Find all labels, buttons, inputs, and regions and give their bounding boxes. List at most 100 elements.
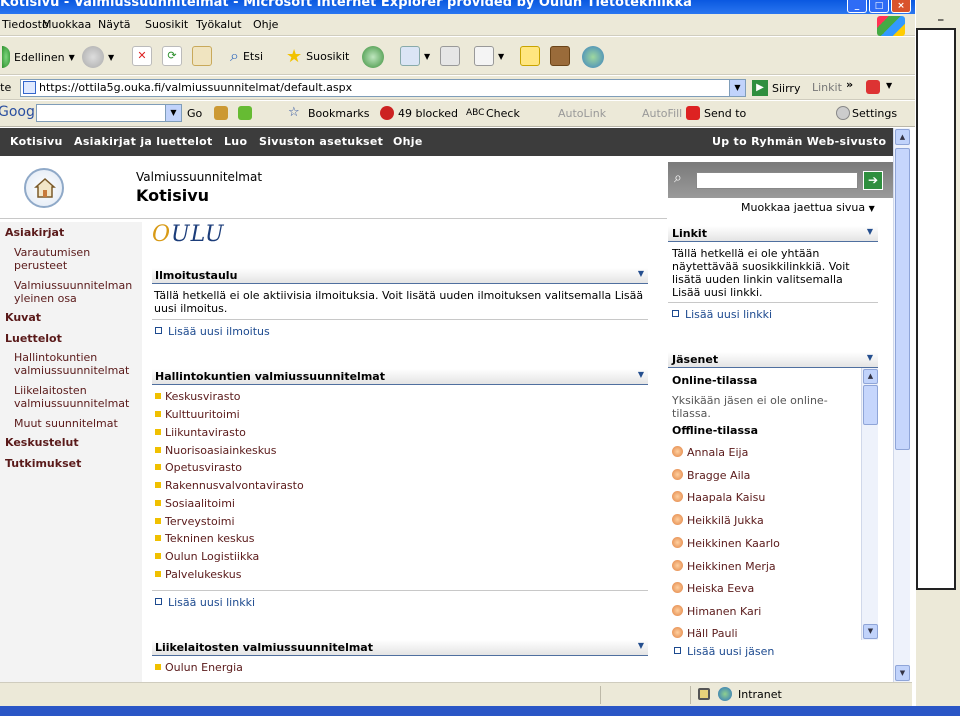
list-item[interactable]: Palvelukeskus (155, 568, 241, 581)
background-window[interactable]: _ (916, 0, 960, 716)
stop-button[interactable]: ✕ (132, 46, 152, 66)
send-to-button[interactable]: Send to (704, 107, 746, 120)
nav-asiakirjat-heading[interactable]: Asiakirjat (5, 226, 64, 239)
nav-kotisivu[interactable]: Kotisivu (10, 135, 63, 148)
chevron-down-icon[interactable]: ▼ (729, 80, 745, 96)
list-item[interactable]: Kulttuuritoimi (155, 408, 240, 421)
print-button[interactable] (440, 46, 460, 66)
favorites-button[interactable]: ★ Suosikit (286, 46, 349, 67)
scroll-up-icon[interactable]: ▲ (863, 369, 878, 384)
list-item[interactable]: Keskusvirasto (155, 390, 241, 403)
list-item[interactable]: Opetusvirasto (155, 461, 242, 474)
refresh-button[interactable]: ⟳ (162, 46, 182, 66)
back-button[interactable]: Edellinen ▼ (2, 46, 75, 68)
list-item[interactable]: Rakennusvalvontavirasto (155, 479, 304, 492)
menu-edit[interactable]: Muokkaa (42, 18, 91, 31)
member-item[interactable]: Heikkilä Jukka (672, 514, 764, 527)
nav-kuvat-heading[interactable]: Kuvat (5, 311, 41, 324)
more-chevron-icon[interactable]: » (846, 78, 853, 91)
notes-button[interactable] (520, 46, 540, 66)
site-search-input[interactable] (696, 172, 858, 189)
nav-hallintokuntien[interactable]: Hallintokuntien valmiussuunnitelmat (14, 351, 138, 377)
minimize-icon[interactable]: _ (847, 0, 867, 13)
highlight-icon[interactable] (238, 106, 252, 120)
scroll-thumb[interactable] (863, 385, 878, 425)
edit-button[interactable]: ▼ (474, 46, 504, 66)
member-item[interactable]: Heikkinen Merja (672, 560, 776, 573)
nav-muut-suunnitelmat[interactable]: Muut suunnitelmat (14, 417, 118, 430)
maximize-icon[interactable]: □ (869, 0, 889, 13)
toolbar-extension-icon[interactable] (866, 80, 880, 94)
webpart-menu-icon[interactable]: ▼ (638, 641, 644, 650)
add-member-link[interactable]: Lisää uusi jäsen (674, 645, 774, 658)
autolink-button[interactable]: AutoLink (558, 107, 606, 120)
chevron-down-icon[interactable]: ▼ (886, 81, 892, 90)
scroll-up-icon[interactable]: ▲ (895, 129, 910, 145)
search-go-button[interactable]: ➔ (863, 171, 883, 190)
add-announcement-link[interactable]: Lisää uusi ilmoitus (155, 325, 270, 338)
nav-luettelot-heading[interactable]: Luettelot (5, 332, 62, 345)
address-input[interactable]: https://ottila5g.ouka.fi/valmiussuunnite… (20, 79, 746, 97)
bookmarks-button[interactable]: Bookmarks (308, 107, 369, 120)
list-item[interactable]: Oulun Energia (155, 661, 243, 674)
nav-asiakirjat[interactable]: Asiakirjat ja luettelot (74, 135, 213, 148)
scroll-down-icon[interactable]: ▼ (895, 665, 910, 681)
home-button[interactable] (192, 46, 212, 66)
member-item[interactable]: Heiska Eeva (672, 582, 754, 595)
history-button[interactable] (362, 46, 384, 68)
google-go-button[interactable]: Go (187, 107, 202, 120)
autofill-button[interactable]: AutoFill (642, 107, 682, 120)
menu-favorites[interactable]: Suosikit (145, 18, 188, 31)
messenger-button[interactable] (582, 46, 604, 68)
check-button[interactable]: Check (486, 107, 520, 120)
list-item[interactable]: Oulun Logistiikka (155, 550, 259, 563)
list-item[interactable]: Liikuntavirasto (155, 426, 246, 439)
webpart-menu-icon[interactable]: ▼ (867, 353, 873, 362)
members-scrollbar[interactable]: ▲ ▼ (861, 368, 878, 640)
nav-ohje[interactable]: Ohje (393, 135, 423, 148)
forward-button[interactable]: ▼ (82, 46, 114, 68)
menu-tools[interactable]: Työkalut (196, 18, 242, 31)
nav-asetukset[interactable]: Sivuston asetukset (259, 135, 383, 148)
member-item[interactable]: Annala Eija (672, 446, 748, 459)
nav-up-link[interactable]: Up to Ryhmän Web-sivusto (712, 135, 886, 148)
edit-shared-page-link[interactable]: Muokkaa jaettua sivua ▼ (741, 201, 875, 214)
page-scrollbar[interactable]: ▲ ▼ (893, 128, 910, 682)
webpart-menu-icon[interactable]: ▼ (638, 370, 644, 379)
research-button[interactable] (550, 46, 570, 66)
search-button[interactable]: ⌕ Etsi (230, 46, 263, 66)
pagerank-icon[interactable] (214, 106, 228, 120)
add-link-link[interactable]: Lisää uusi linkki (155, 596, 255, 609)
member-item[interactable]: Häll Pauli (672, 627, 738, 640)
member-item[interactable]: Himanen Kari (672, 605, 761, 618)
list-item[interactable]: Terveystoimi (155, 515, 235, 528)
list-item[interactable]: Sosiaalitoimi (155, 497, 235, 510)
minimize-icon[interactable]: _ (938, 8, 944, 21)
add-link-button[interactable]: Lisää uusi linkki (672, 308, 772, 321)
member-item[interactable]: Haapala Kaisu (672, 491, 765, 504)
scroll-thumb[interactable] (895, 148, 910, 450)
list-item[interactable]: Nuorisoasiainkeskus (155, 444, 276, 457)
go-button[interactable]: ▶ Siirry (752, 80, 800, 96)
webpart-menu-icon[interactable]: ▼ (867, 227, 873, 236)
nav-varautumisen-perusteet[interactable]: Varautumisen perusteet (14, 246, 114, 272)
nav-luo[interactable]: Luo (224, 135, 247, 148)
menu-help[interactable]: Ohje (253, 18, 278, 31)
scroll-down-icon[interactable]: ▼ (863, 624, 878, 639)
nav-yleinen-osa[interactable]: Valmiussuunnitelman yleinen osa (14, 279, 138, 305)
links-toolbar[interactable]: Linkit (812, 81, 842, 94)
member-item[interactable]: Heikkinen Kaarlo (672, 537, 780, 550)
nav-tutkimukset-heading[interactable]: Tutkimukset (5, 457, 81, 470)
google-search-input[interactable]: ▼ (36, 104, 182, 122)
webpart-menu-icon[interactable]: ▼ (638, 269, 644, 278)
nav-liikelaitosten[interactable]: Liikelaitosten valmiussuunnitelmat (14, 384, 138, 410)
chevron-down-icon[interactable]: ▼ (165, 105, 181, 121)
menu-view[interactable]: Näytä (98, 18, 131, 31)
member-item[interactable]: Bragge Aila (672, 469, 750, 482)
popup-blocked-count[interactable]: 49 blocked (398, 107, 458, 120)
close-icon[interactable]: × (891, 0, 911, 13)
mail-button[interactable]: ▼ (400, 46, 430, 66)
settings-button[interactable]: Settings (852, 107, 897, 120)
list-item[interactable]: Tekninen keskus (155, 532, 254, 545)
nav-keskustelut-heading[interactable]: Keskustelut (5, 436, 79, 449)
